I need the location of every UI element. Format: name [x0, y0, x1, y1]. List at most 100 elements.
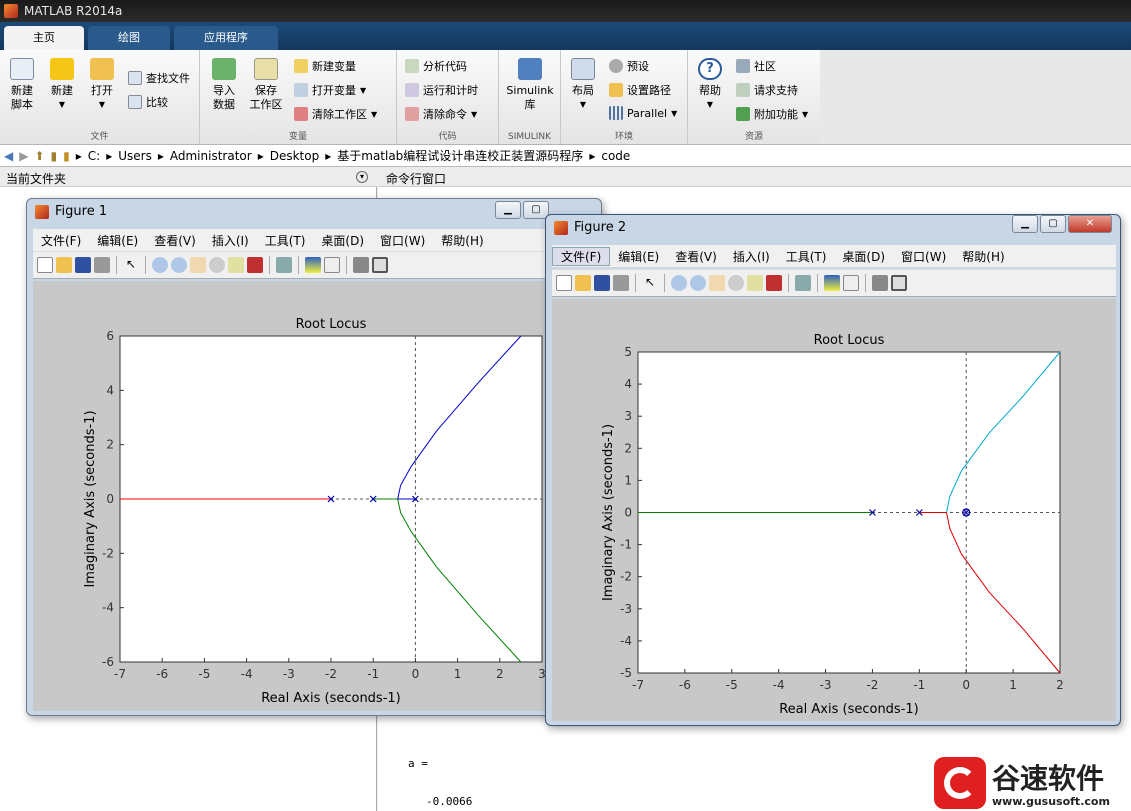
menu-window[interactable]: 窗口(W) — [893, 248, 954, 265]
set-path-button[interactable]: 设置路径 — [609, 82, 671, 98]
open-button[interactable]: 打开 ▼ — [86, 58, 118, 112]
new-figure-icon[interactable] — [556, 275, 572, 291]
support-icon — [736, 83, 750, 97]
watermark-url: www.gususoft.com — [992, 795, 1110, 808]
compare-button[interactable]: 比较 — [128, 94, 168, 110]
print-icon[interactable] — [613, 275, 629, 291]
pointer-icon[interactable]: ↖ — [123, 257, 139, 273]
save-workspace-button[interactable]: 保存 工作区 — [246, 58, 286, 112]
parallel-button[interactable]: Parallel ▼ — [609, 106, 677, 120]
clear-commands-button[interactable]: 清除命令 ▼ — [405, 106, 477, 122]
save-figure-icon[interactable] — [75, 257, 91, 273]
tab-apps[interactable]: 应用程序 — [174, 26, 278, 50]
menu-file[interactable]: 文件(F) — [552, 246, 611, 266]
hide-plot-tools-icon[interactable] — [872, 275, 888, 291]
path-segment[interactable]: Administrator — [170, 149, 252, 163]
layout-button[interactable]: 布局 ▼ — [565, 58, 601, 112]
matlab-logo-icon — [35, 204, 49, 219]
menu-insert[interactable]: 插入(I) — [204, 232, 257, 249]
zoom-in-icon[interactable] — [671, 275, 687, 291]
data-cursor-icon[interactable] — [228, 257, 244, 273]
path-segment[interactable]: C: — [88, 149, 100, 163]
request-support-button[interactable]: 请求支持 — [736, 82, 798, 98]
new-script-button[interactable]: 新建 脚本 — [6, 58, 38, 112]
link-plot-icon[interactable] — [276, 257, 292, 273]
tab-plots[interactable]: 绘图 — [88, 26, 170, 50]
save-figure-icon[interactable] — [594, 275, 610, 291]
up-folder-icon[interactable]: ⬆ — [34, 149, 44, 163]
pane-menu-icon[interactable]: ▾ — [356, 171, 368, 183]
app-title: MATLAB R2014a — [24, 4, 123, 18]
forward-icon[interactable]: ▶ — [19, 149, 28, 163]
colorbar-icon[interactable] — [824, 275, 840, 291]
zoom-out-icon[interactable] — [171, 257, 187, 273]
menu-tools[interactable]: 工具(T) — [778, 248, 835, 265]
menu-desktop[interactable]: 桌面(D) — [834, 248, 893, 265]
show-plot-tools-icon[interactable] — [372, 257, 388, 273]
show-plot-tools-icon[interactable] — [891, 275, 907, 291]
path-segment[interactable]: Users — [118, 149, 152, 163]
menu-edit[interactable]: 编辑(E) — [610, 248, 667, 265]
clear-workspace-button[interactable]: 清除工作区 ▼ — [294, 106, 377, 122]
open-variable-button[interactable]: 打开变量 ▼ — [294, 82, 366, 98]
pan-hand-icon[interactable] — [709, 275, 725, 291]
hide-plot-tools-icon[interactable] — [353, 257, 369, 273]
find-files-button[interactable]: 查找文件 — [128, 70, 190, 86]
community-button[interactable]: 社区 — [736, 58, 776, 74]
new-figure-icon[interactable] — [37, 257, 53, 273]
figure-2-window: Figure 2 ▁ ▢ ✕ 文件(F) 编辑(E) 查看(V) 插入(I) 工… — [545, 214, 1121, 726]
open-file-icon[interactable] — [575, 275, 591, 291]
path-segment[interactable]: 基于matlab编程试设计串连校正装置源码程序 — [337, 147, 583, 164]
preferences-button[interactable]: 预设 — [609, 58, 649, 74]
minimize-button[interactable]: ▁ — [1012, 215, 1038, 233]
brush-icon[interactable] — [766, 275, 782, 291]
run-and-time-button[interactable]: 运行和计时 — [405, 82, 478, 98]
menu-desktop[interactable]: 桌面(D) — [313, 232, 372, 249]
x-tick-label: -5 — [726, 678, 738, 692]
community-icon — [736, 59, 750, 73]
colorbar-icon[interactable] — [305, 257, 321, 273]
menu-help[interactable]: 帮助(H) — [433, 232, 491, 249]
legend-icon[interactable] — [843, 275, 859, 291]
new-button[interactable]: 新建 ▼ — [46, 58, 78, 112]
menu-file[interactable]: 文件(F) — [33, 232, 89, 249]
zoom-in-icon[interactable] — [152, 257, 168, 273]
x-tick-label: 2 — [496, 667, 504, 681]
menu-insert[interactable]: 插入(I) — [725, 248, 778, 265]
rotate-icon[interactable] — [209, 257, 225, 273]
browse-folder-icon[interactable]: ▮ — [51, 149, 58, 163]
new-variable-button[interactable]: 新建变量 — [294, 58, 356, 74]
legend-icon[interactable] — [324, 257, 340, 273]
brush-icon[interactable] — [247, 257, 263, 273]
simulink-library-button[interactable]: Simulink 库 — [503, 58, 557, 112]
y-tick-label: 0 — [624, 506, 632, 520]
environment-group-label: 环境 — [614, 132, 633, 142]
figure-1-menubar: 文件(F) 编辑(E) 查看(V) 插入(I) 工具(T) 桌面(D) 窗口(W… — [33, 229, 597, 251]
zoom-out-icon[interactable] — [690, 275, 706, 291]
print-icon[interactable] — [94, 257, 110, 273]
analyze-code-button[interactable]: 分析代码 — [405, 58, 467, 74]
back-icon[interactable]: ◀ — [4, 149, 13, 163]
link-plot-icon[interactable] — [795, 275, 811, 291]
close-button[interactable]: ✕ — [1068, 215, 1112, 233]
help-button[interactable]: ? 帮助 ▼ — [694, 58, 726, 112]
menu-tools[interactable]: 工具(T) — [257, 232, 314, 249]
minimize-button[interactable]: ▁ — [495, 201, 521, 219]
add-ons-button[interactable]: 附加功能 ▼ — [736, 106, 808, 122]
data-cursor-icon[interactable] — [747, 275, 763, 291]
path-segment[interactable]: code — [601, 149, 630, 163]
menu-view[interactable]: 查看(V) — [146, 232, 204, 249]
pointer-icon[interactable]: ↖ — [642, 275, 658, 291]
menu-edit[interactable]: 编辑(E) — [89, 232, 146, 249]
open-file-icon[interactable] — [56, 257, 72, 273]
path-segment[interactable]: Desktop — [270, 149, 320, 163]
rotate-icon[interactable] — [728, 275, 744, 291]
maximize-button[interactable]: ▢ — [1040, 215, 1066, 233]
import-data-button[interactable]: 导入 数据 — [206, 58, 242, 112]
menu-window[interactable]: 窗口(W) — [372, 232, 433, 249]
menu-view[interactable]: 查看(V) — [667, 248, 725, 265]
tab-home[interactable]: 主页 — [4, 26, 84, 50]
x-tick-label: -3 — [283, 667, 295, 681]
pan-hand-icon[interactable] — [190, 257, 206, 273]
menu-help[interactable]: 帮助(H) — [954, 248, 1012, 265]
